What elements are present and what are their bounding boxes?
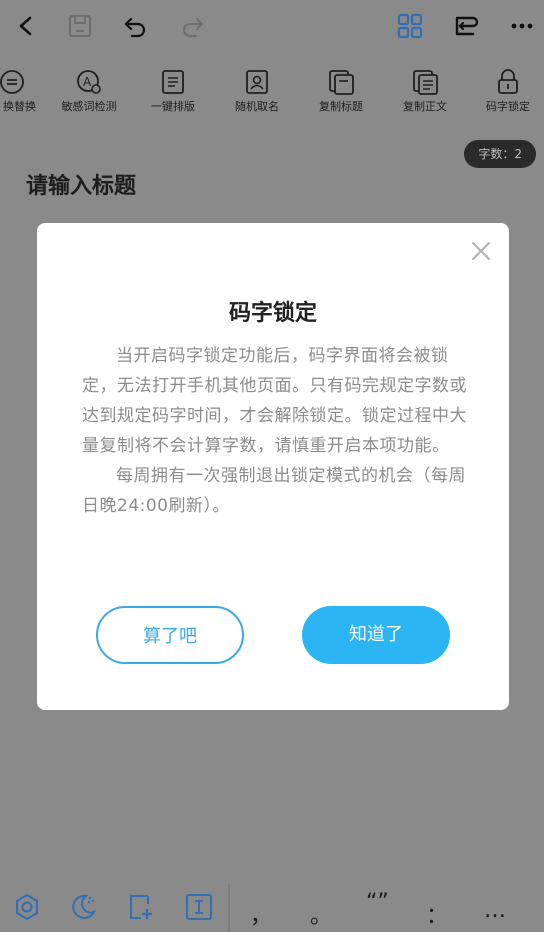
punct-comma[interactable]: ，: [250, 898, 272, 930]
text-cursor-icon[interactable]: [184, 892, 214, 922]
night-mode-icon[interactable]: [68, 892, 98, 922]
punct-ellipsis[interactable]: …: [484, 898, 506, 923]
lock-dialog: 码字锁定 当开启码字锁定功能后，码字界面将会被锁定，无法打开手机其他页面。只有码…: [37, 223, 509, 710]
tool-row: 换替换 A 敏感词检测 一键排版 随机取名 复制标题 复制正文 码字锁定: [0, 62, 544, 128]
punct-colon[interactable]: ：: [426, 898, 448, 930]
redo-icon[interactable]: [174, 8, 210, 44]
random-name-icon: [243, 68, 271, 96]
close-icon[interactable]: [469, 239, 493, 263]
word-count-badge: 字数：2: [464, 140, 536, 168]
title-input[interactable]: 请输入标题: [26, 168, 136, 200]
tool-format[interactable]: 一键排版: [131, 62, 215, 128]
dialog-body: 当开启码字锁定功能后，码字界面将会被锁定，无法打开手机其他页面。只有码完规定字数…: [82, 341, 472, 521]
bottom-divider: [228, 884, 230, 932]
tool-label: 随机取名: [235, 100, 279, 113]
tool-lock[interactable]: 码字锁定: [466, 62, 544, 128]
grid-icon[interactable]: [392, 8, 428, 44]
format-icon: [159, 68, 187, 96]
tool-sensitive-check[interactable]: A 敏感词检测: [47, 62, 131, 128]
confirm-button[interactable]: 知道了: [302, 606, 450, 664]
tool-random-name[interactable]: 随机取名: [215, 62, 299, 128]
tool-copy-body[interactable]: 复制正文: [383, 62, 467, 128]
add-chapter-icon[interactable]: [126, 892, 156, 922]
tool-label: 复制标题: [319, 100, 363, 113]
dialog-paragraph: 每周拥有一次强制退出锁定模式的机会（每周日晚24:00刷新）。: [82, 466, 466, 516]
tool-label: 复制正文: [403, 100, 447, 113]
cancel-button[interactable]: 算了吧: [96, 606, 244, 664]
copy-title-icon: [327, 68, 355, 96]
dialog-paragraph: 当开启码字锁定功能后，码字界面将会被锁定，无法打开手机其他页面。只有码完规定字数…: [82, 346, 467, 456]
chevron-left-icon[interactable]: [8, 8, 44, 44]
tool-label: 敏感词检测: [61, 100, 117, 113]
lock-icon: [494, 68, 522, 96]
more-icon[interactable]: [504, 8, 540, 44]
replace-icon: [0, 68, 26, 96]
tool-copy-title[interactable]: 复制标题: [299, 62, 383, 128]
tool-replace[interactable]: 换替换: [0, 62, 54, 128]
hexagon-settings-icon[interactable]: [12, 892, 42, 922]
tool-label: 换替换: [3, 100, 36, 113]
copy-body-icon: [411, 68, 439, 96]
sensitive-check-icon: A: [75, 68, 103, 96]
switch-icon[interactable]: [448, 8, 484, 44]
top-toolbar: [0, 0, 544, 52]
dialog-title: 码字锁定: [228, 301, 317, 326]
undo-icon[interactable]: [118, 8, 154, 44]
save-icon[interactable]: [62, 8, 98, 44]
punct-quote[interactable]: “”: [366, 890, 389, 915]
tool-label: 码字锁定: [486, 100, 530, 113]
tool-label: 一键排版: [151, 100, 195, 113]
svg-text:A: A: [83, 75, 92, 89]
punct-period[interactable]: 。: [310, 898, 332, 930]
